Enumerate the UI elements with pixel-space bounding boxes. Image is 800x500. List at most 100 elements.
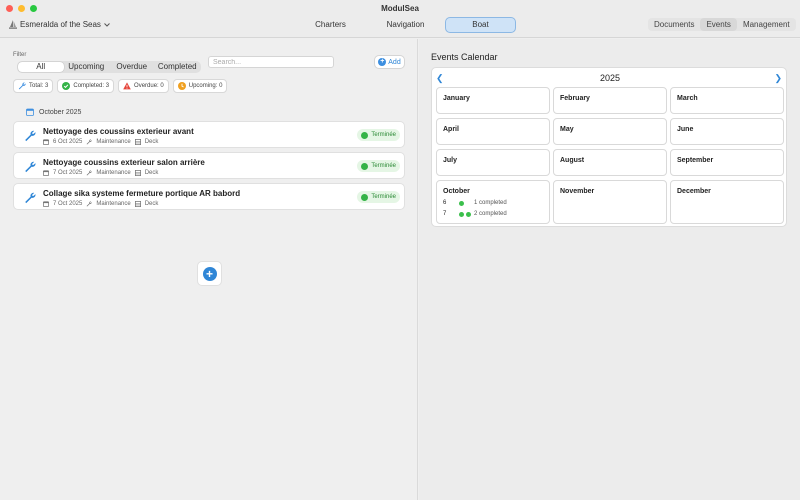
calendar-year: 2025 — [599, 73, 621, 83]
calendar-icon — [43, 139, 49, 145]
status-badge: Terminée — [357, 191, 400, 203]
status-badge: Terminée — [357, 160, 400, 172]
event-area: Deck — [144, 170, 159, 176]
stat-total: Total: 3 — [13, 79, 54, 93]
filter-label: Filter — [13, 52, 27, 58]
month-name: October — [443, 188, 470, 195]
month-name: March — [677, 95, 698, 102]
tab-boat[interactable]: Boat — [445, 17, 516, 33]
month-cell-june[interactable]: June — [670, 118, 784, 145]
completed-dot — [459, 200, 464, 206]
stats-bar: Total: 3 Completed: 3 Overdue: 0 Upcomin… — [13, 79, 228, 93]
calendar-title: Events Calendar — [431, 52, 498, 62]
month-name: February — [560, 95, 590, 102]
month-cell-december[interactable]: December — [670, 180, 784, 224]
stat-completed-label: Completed: 3 — [73, 83, 110, 89]
tab-events[interactable]: Events — [700, 18, 737, 31]
event-date: 7 Oct 2025 — [53, 170, 83, 176]
sailboat-icon — [9, 20, 17, 29]
event-meta: 7 Oct 2025 Maintenance Deck — [43, 170, 158, 176]
event-card[interactable]: Collage sika systeme fermeture portique … — [13, 183, 405, 210]
month-name: November — [560, 188, 595, 195]
chevron-right-icon[interactable]: ❯ — [774, 73, 782, 84]
calendar-event-row: 6 1 completed — [443, 200, 507, 206]
add-button[interactable]: + Add — [374, 55, 405, 69]
event-card[interactable]: Nettoyage coussins exterieur salon arriè… — [13, 152, 405, 179]
event-area: Deck — [144, 139, 159, 145]
month-cell-april[interactable]: April — [436, 118, 550, 145]
month-name: January — [443, 95, 470, 102]
status-label: Terminée — [371, 194, 396, 200]
stat-overdue: Overdue: 0 — [118, 79, 169, 93]
month-name: July — [443, 157, 458, 164]
month-cell-february[interactable]: February — [553, 87, 667, 114]
event-count: 1 completed — [474, 200, 507, 206]
tab-management[interactable]: Management — [737, 18, 796, 31]
event-type: Maintenance — [96, 201, 131, 207]
month-cell-october[interactable]: October 6 1 completed 7 2 completed — [436, 180, 550, 224]
event-count: 2 completed — [474, 211, 507, 217]
stat-completed: Completed: 3 — [57, 79, 115, 93]
month-cell-january[interactable]: January — [436, 87, 550, 114]
wrench-icon — [25, 161, 36, 173]
wrench-icon — [25, 192, 36, 204]
tab-documents[interactable]: Documents — [648, 18, 700, 31]
event-dots — [459, 211, 474, 217]
month-cell-september[interactable]: September — [670, 149, 784, 176]
filter-upcoming[interactable]: Upcoming — [64, 62, 110, 72]
wrench-icon — [18, 82, 26, 90]
calendar-event-row: 7 2 completed — [443, 211, 507, 217]
event-date: 6 Oct 2025 — [53, 139, 83, 145]
event-type: Maintenance — [96, 170, 131, 176]
calendar-icon — [43, 201, 49, 207]
filter-all[interactable]: All — [18, 62, 64, 72]
tab-navigation[interactable]: Navigation — [370, 17, 441, 33]
wrench-icon — [86, 139, 93, 145]
check-circle-icon — [361, 193, 369, 201]
calendar-icon — [43, 170, 49, 176]
app-title: ModulSea — [381, 4, 419, 13]
grid-icon — [134, 201, 141, 207]
status-label: Terminée — [371, 132, 396, 138]
event-date: 7 Oct 2025 — [53, 201, 83, 207]
vessel-selector[interactable]: Esmeralda of the Seas — [9, 20, 110, 29]
month-name: June — [677, 126, 694, 133]
calendar-icon — [26, 108, 34, 116]
warning-icon — [123, 82, 131, 90]
tab-charters[interactable]: Charters — [295, 17, 366, 33]
event-title: Nettoyage des coussins exterieur avant — [43, 127, 194, 136]
wrench-icon — [86, 170, 93, 176]
vessel-name: Esmeralda of the Seas — [20, 20, 101, 29]
event-title: Collage sika systeme fermeture portique … — [43, 189, 241, 198]
month-cell-may[interactable]: May — [553, 118, 667, 145]
event-dots — [459, 200, 474, 206]
month-name: May — [560, 126, 574, 133]
check-circle-icon — [361, 131, 369, 139]
month-cell-november[interactable]: November — [553, 180, 667, 224]
search-input[interactable] — [208, 56, 334, 68]
event-meta: 6 Oct 2025 Maintenance Deck — [43, 139, 158, 145]
month-name: April — [443, 126, 459, 133]
month-name: December — [677, 188, 711, 195]
completed-dot — [466, 211, 471, 217]
filter-completed[interactable]: Completed — [155, 62, 201, 72]
add-event-button[interactable]: + — [197, 261, 222, 286]
main-tabs: Charters Navigation Boat — [295, 17, 516, 33]
month-cell-august[interactable]: August — [553, 149, 667, 176]
filter-segmented-control: All Upcoming Overdue Completed — [17, 61, 201, 73]
month-section-header: October 2025 — [26, 108, 81, 116]
events-list-pane: Filter All Upcoming Overdue Completed + … — [0, 39, 418, 500]
plus-icon: + — [378, 58, 387, 66]
section-tabs: Documents Events Management — [648, 18, 796, 31]
stat-overdue-label: Overdue: 0 — [134, 83, 164, 89]
event-area: Deck — [144, 201, 159, 207]
filter-overdue[interactable]: Overdue — [109, 62, 155, 72]
month-name: August — [560, 157, 585, 164]
check-circle-icon — [361, 162, 369, 170]
month-name: September — [677, 157, 714, 164]
month-cell-march[interactable]: March — [670, 87, 784, 114]
calendar-pane: Events Calendar ❮ 2025 ❯ January Februar… — [419, 39, 800, 500]
event-card[interactable]: Nettoyage des coussins exterieur avant 6… — [13, 121, 405, 148]
title-bar: ModulSea Esmeralda of the Seas Charters … — [0, 0, 800, 38]
month-cell-july[interactable]: July — [436, 149, 550, 176]
